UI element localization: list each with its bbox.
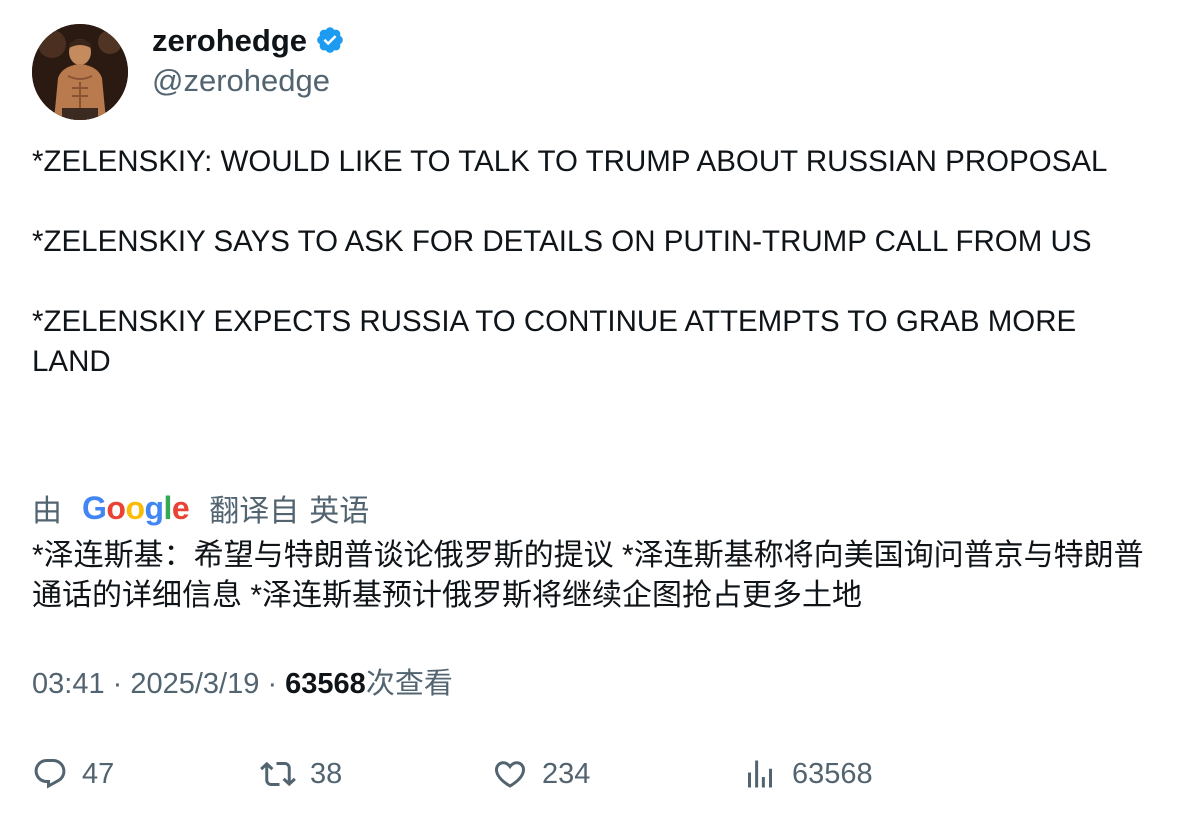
- profile-photo-icon: [32, 24, 128, 120]
- tweet-text: *ZELENSKIY: WOULD LIKE TO TALK TO TRUMP …: [32, 142, 1162, 382]
- views-label: 次查看: [365, 668, 453, 700]
- like-button[interactable]: 234: [492, 752, 590, 796]
- tweet-date[interactable]: 2025/3/19: [130, 668, 259, 700]
- avatar[interactable]: [32, 24, 128, 120]
- reply-icon: [34, 759, 66, 789]
- views-action-count: 63568: [792, 757, 873, 790]
- google-logo: Google: [82, 489, 190, 526]
- translation-source-language: 英语: [309, 495, 370, 528]
- reply-count: 47: [82, 757, 115, 790]
- meta-separator: ·: [112, 668, 131, 700]
- retweet-button[interactable]: 38: [260, 752, 342, 796]
- display-name-text: zerohedge: [152, 23, 308, 58]
- tweet-time[interactable]: 03:41: [32, 668, 105, 700]
- retweet-icon: [260, 761, 296, 787]
- views-count: 63568: [285, 668, 366, 700]
- retweet-count: 38: [310, 757, 343, 790]
- tweet-paragraph: *ZELENSKIY SAYS TO ASK FOR DETAILS ON PU…: [32, 225, 1092, 258]
- reply-button[interactable]: 47: [32, 752, 114, 796]
- tweet-paragraph: *ZELENSKIY EXPECTS RUSSIA TO CONTINUE AT…: [32, 305, 1077, 378]
- action-bar: 47 38 234 63568: [32, 752, 1162, 796]
- analytics-icon: [748, 760, 772, 788]
- like-count: 234: [542, 757, 591, 790]
- heart-icon: [494, 761, 526, 788]
- translation-label: 翻译自: [209, 495, 300, 528]
- translation-prefix: 由: [32, 495, 62, 528]
- translated-text: *泽连斯基：希望与特朗普谈论俄罗斯的提议 *泽连斯基称将向美国询问普京与特朗普通…: [32, 539, 1144, 612]
- tweet-meta: 03:41 · 2025/3/19 · 63568次查看: [32, 664, 453, 704]
- author-display-name[interactable]: zerohedge: [152, 22, 345, 64]
- verified-badge-icon: [315, 25, 345, 64]
- tweet-paragraph: *ZELENSKIY: WOULD LIKE TO TALK TO TRUMP …: [32, 145, 1108, 178]
- translation-attribution[interactable]: 由 Google 翻译自 英语: [32, 486, 369, 530]
- author-handle[interactable]: @zerohedge: [152, 62, 330, 100]
- views-button[interactable]: 63568: [742, 752, 873, 796]
- meta-separator: ·: [267, 668, 286, 700]
